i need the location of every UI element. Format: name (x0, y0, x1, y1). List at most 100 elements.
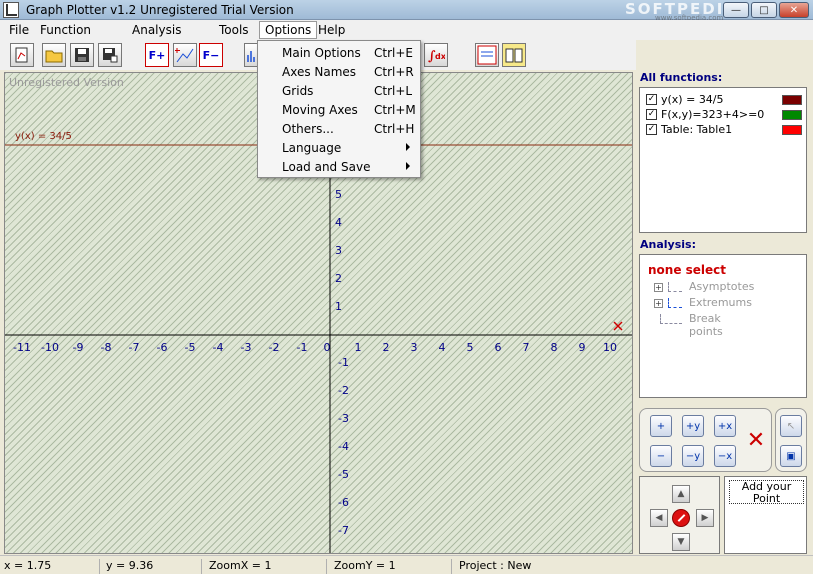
svg-text:dx: dx (435, 52, 445, 61)
x-tick-label: 3 (410, 341, 418, 354)
function-color-swatch[interactable] (782, 110, 802, 120)
menu-help[interactable]: Help (313, 22, 350, 38)
menu-item-label: Grids (282, 84, 314, 98)
x-tick-label: -6 (156, 341, 168, 354)
open-button[interactable] (42, 43, 66, 67)
derivative-button[interactable] (244, 43, 258, 67)
y-tick-label: -1 (338, 356, 349, 369)
menu-item-shortcut: Ctrl+R (374, 65, 414, 79)
options-others[interactable]: Others... Ctrl+H (258, 120, 420, 139)
options-dropdown: Main Options Ctrl+E Axes Names Ctrl+R Grid… (257, 40, 421, 178)
reset-zoom-icon[interactable]: ✕ (745, 430, 767, 453)
right-panel: All functions: ✓ y(x) = 34/5 ✓ F(x,y)=32… (636, 70, 813, 554)
y-tick-label: 1 (335, 300, 342, 313)
zoom-in-icon[interactable]: + (650, 415, 672, 437)
menu-item-label: Others... (282, 122, 334, 136)
integral-button[interactable]: ∫ dx (424, 43, 448, 67)
options-load-and-save[interactable]: Load and Save (258, 158, 420, 177)
x-tick-label: 5 (466, 341, 474, 354)
step-by-step-button[interactable] (475, 43, 499, 67)
functions-list: ✓ y(x) = 34/5 ✓ F(x,y)=323+4>=0 ✓ Table:… (639, 87, 807, 233)
menu-item-shortcut: Ctrl+L (374, 84, 413, 98)
add-point-function-button[interactable] (173, 43, 197, 67)
close-button[interactable]: ✕ (779, 2, 809, 18)
expand-icon[interactable]: + (654, 283, 663, 292)
title-bar: Graph Plotter v1.2 Unregistered Trial Ve… (0, 0, 813, 22)
save-button[interactable] (70, 43, 94, 67)
floppy-icon (75, 48, 89, 62)
function-item[interactable]: ✓ Table: Table1 (646, 123, 806, 138)
zoom-rect-icon[interactable]: ▣ (780, 445, 802, 467)
menu-bar: File Function Analysis Tools Options Hel… (0, 20, 813, 40)
function-color-swatch[interactable] (782, 125, 802, 135)
zoom-in-y-icon[interactable]: +y (682, 415, 704, 437)
function-checkbox[interactable]: ✓ (646, 94, 657, 105)
status-y: y = 9.36 (102, 559, 202, 574)
expand-icon[interactable]: + (654, 299, 663, 308)
unregistered-label: Unregistered Version (9, 76, 124, 89)
menu-item-label: Load and Save (282, 160, 371, 174)
function-color-swatch[interactable] (782, 95, 802, 105)
integral-icon: ∫ dx (428, 49, 445, 64)
pan-up-icon[interactable]: ▲ (672, 485, 690, 503)
tree-item-label: Asymptotes (689, 280, 755, 293)
x-tick-label: -3 (240, 341, 252, 354)
function-checkbox[interactable]: ✓ (646, 109, 657, 120)
pan-down-icon[interactable]: ▼ (672, 533, 690, 551)
zoom-in-x-icon[interactable]: +x (714, 415, 736, 437)
zoom-out-x-icon[interactable]: −x (714, 445, 736, 467)
zoom-out-icon[interactable]: − (650, 445, 672, 467)
submenu-arrow-icon (406, 162, 410, 170)
extremum-icon (668, 298, 682, 308)
options-language[interactable]: Language (258, 139, 420, 158)
x-tick-label: 0 (323, 341, 331, 354)
pan-left-icon[interactable]: ◀ (650, 509, 668, 527)
function-item[interactable]: ✓ F(x,y)=323+4>=0 (646, 108, 806, 123)
new-graph-icon (15, 47, 28, 63)
menu-function[interactable]: Function (35, 22, 96, 38)
options-main-options[interactable]: Main Options Ctrl+E (258, 44, 420, 63)
x-tick-label: -4 (212, 341, 224, 354)
menu-file[interactable]: File (4, 22, 34, 38)
x-tick-label: -7 (128, 341, 140, 354)
pan-right-icon[interactable]: ▶ (696, 509, 714, 527)
maximize-button[interactable]: □ (751, 2, 777, 18)
submenu-arrow-icon (406, 143, 410, 151)
y-tick-label: -2 (338, 384, 349, 397)
minimize-button[interactable]: — (723, 2, 749, 18)
options-grids[interactable]: Grids Ctrl+L (258, 82, 420, 101)
y-tick-label: 3 (335, 244, 342, 257)
menu-item-shortcut: Ctrl+E (374, 46, 413, 60)
tree-item-label: Break points (689, 312, 723, 338)
x-tick-label: 7 (522, 341, 530, 354)
function-item[interactable]: ✓ y(x) = 34/5 (646, 93, 806, 108)
menu-item-shortcut: Ctrl+H (374, 122, 415, 136)
menu-tools[interactable]: Tools (214, 22, 254, 38)
x-tick-label: -8 (100, 341, 112, 354)
select-cursor-icon[interactable]: ↖ (780, 415, 802, 437)
options-moving-axes[interactable]: Moving Axes Ctrl+M (258, 101, 420, 120)
add-function-button[interactable]: F+ (145, 43, 169, 67)
zoom-out-y-icon[interactable]: −y (682, 445, 704, 467)
none-select-label: none select (648, 263, 727, 277)
menu-options[interactable]: Options (259, 21, 318, 39)
x-tick-label: -10 (41, 341, 59, 354)
new-graph-button[interactable] (10, 43, 34, 67)
bars-icon (247, 51, 255, 62)
y-tick-label: 4 (335, 216, 342, 229)
options-axes-names[interactable]: Axes Names Ctrl+R (258, 63, 420, 82)
menu-item-label: Moving Axes (282, 103, 358, 117)
save-as-button[interactable] (98, 43, 122, 67)
x-tick-label: 10 (603, 341, 617, 354)
x-tick-label: -5 (184, 341, 196, 354)
help-book-button[interactable] (502, 43, 526, 67)
remove-function-button[interactable]: F− (199, 43, 223, 67)
folder-icon (45, 50, 63, 63)
x-tick-label: 8 (550, 341, 558, 354)
axis-marker (613, 321, 623, 331)
menu-analysis[interactable]: Analysis (127, 22, 186, 38)
x-tick-label: -1 (296, 341, 308, 354)
function-checkbox[interactable]: ✓ (646, 124, 657, 135)
add-point-button[interactable]: Add your Point (729, 480, 804, 505)
reset-view-icon[interactable] (672, 509, 690, 527)
